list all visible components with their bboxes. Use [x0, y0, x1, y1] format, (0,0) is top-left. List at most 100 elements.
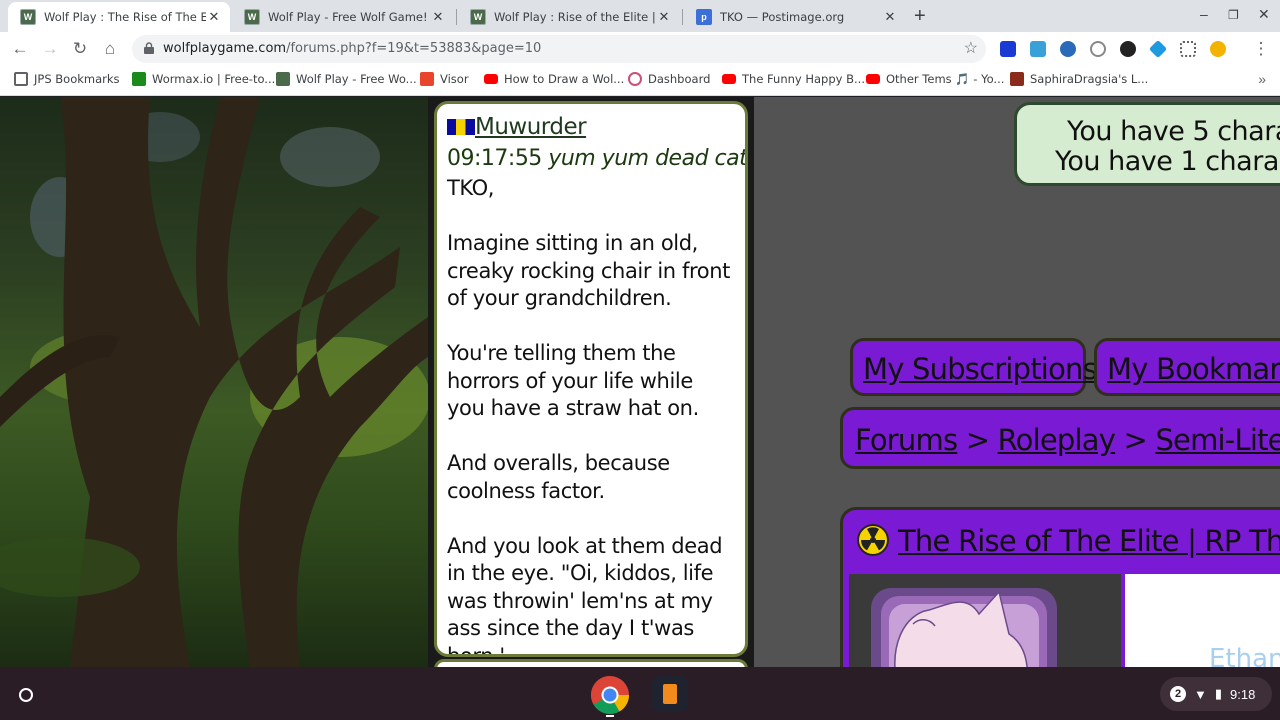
wolfplay-icon: W: [470, 9, 486, 25]
post-paragraph: And you look at them dead in the eye. "O…: [447, 533, 723, 657]
bookmark-saphira[interactable]: SaphiraDragsia's L...: [1010, 72, 1148, 86]
extension-icon[interactable]: [1090, 41, 1106, 57]
browser-toolbar: ← → ↻ ⌂ wolfplaygame.com/forums.php?f=19…: [0, 32, 1280, 66]
postimage-icon: p: [696, 9, 712, 25]
post-paragraph: You're telling them the horrors of your …: [447, 341, 699, 420]
my-bookmarks-link[interactable]: My Bookmark: [1107, 352, 1280, 386]
minimize-icon[interactable]: –: [1200, 6, 1208, 22]
tab-wolfplay-free-game[interactable]: W Wolf Play - Free Wolf Game! | Wo ✕: [232, 2, 454, 32]
bookmark-funny-happy[interactable]: The Funny Happy B...: [722, 72, 865, 86]
app-icon[interactable]: [652, 676, 688, 712]
forum-sidebar: You have 5 chara You have 1 charac My Su…: [754, 97, 1280, 667]
extension-icon[interactable]: [1120, 41, 1136, 57]
character-count-line: You have 1 charac: [1055, 146, 1280, 177]
bookmark-how-to-draw[interactable]: How to Draw a Wol...: [484, 72, 624, 86]
status-tray[interactable]: 2 ▼ ▮ 9:18: [1160, 677, 1272, 711]
post-timestamp: 09:17:55 yum yum dead cats: [437, 140, 745, 171]
clock: 9:18: [1230, 686, 1256, 702]
tab-title: Wolf Play - Free Wolf Game! | Wo: [268, 10, 430, 24]
tab-separator: [682, 9, 683, 25]
breadcrumb-separator: >: [965, 423, 990, 457]
thread-title-link[interactable]: The Rise of The Elite | RP Threa: [898, 524, 1280, 558]
profile-icon[interactable]: [1210, 41, 1226, 57]
active-app-indicator: [606, 715, 614, 717]
launcher-button[interactable]: [8, 677, 44, 713]
chrome-icon[interactable]: [590, 675, 630, 715]
bookmark-visor[interactable]: Visor: [420, 72, 469, 86]
breadcrumb-semi-literate-link[interactable]: Semi-Literate: [1155, 423, 1280, 457]
tab-wolfplay-rise-elite[interactable]: W Wolf Play : The Rise of The Elite | ✕: [8, 2, 230, 32]
bookmark-star-icon[interactable]: ☆: [964, 38, 978, 58]
tab-title: TKO — Postimage.org: [720, 10, 845, 24]
wolf-portrait-image: [849, 574, 1121, 667]
bookmarks-pill: My Bookmark: [1094, 338, 1280, 396]
bookmark-wormax[interactable]: Wormax.io | Free-to...: [132, 72, 275, 86]
author-status: yum yum dead cats: [548, 146, 748, 171]
breadcrumb-forums-link[interactable]: Forums: [855, 423, 958, 457]
breadcrumb: Forums > Roleplay > Semi-Literate: [840, 407, 1280, 469]
bookmark-other-tems[interactable]: Other Tems 🎵 - Yo...: [866, 72, 1004, 86]
menu-kebab-icon[interactable]: ⋮: [1250, 38, 1272, 60]
book-icon: [663, 684, 677, 704]
bookmark-wolfplay[interactable]: Wolf Play - Free Wo...: [276, 72, 417, 86]
subscriptions-pill: My Subscriptions: [850, 338, 1098, 396]
address-bar[interactable]: wolfplaygame.com/forums.php?f=19&t=53883…: [132, 35, 986, 63]
close-icon[interactable]: ✕: [656, 9, 672, 25]
url-text: wolfplaygame.com/forums.php?f=19&t=53883…: [163, 41, 542, 56]
battery-icon: ▮: [1214, 686, 1223, 701]
extension-icon[interactable]: [1030, 41, 1046, 57]
tab-postimage[interactable]: p TKO — Postimage.org ✕: [684, 2, 906, 32]
extension-icon[interactable]: [1148, 39, 1168, 59]
banner-text: Ethan: [1209, 644, 1280, 667]
post-column: Muwurder 09:17:55 yum yum dead cats TKO,…: [428, 97, 754, 667]
close-icon[interactable]: ✕: [882, 9, 898, 25]
forward-icon[interactable]: →: [39, 38, 61, 60]
folder-icon: [14, 72, 28, 86]
wolfplay-icon: [276, 72, 290, 86]
extension-icon[interactable]: [1060, 41, 1076, 57]
bookmarks-bar: JPS Bookmarks Wormax.io | Free-to... Wol…: [0, 66, 1280, 96]
character-count-box: You have 5 chara You have 1 charac: [1014, 102, 1280, 186]
post-paragraph: Imagine sitting in an old, creaky rockin…: [447, 231, 730, 310]
wolfplay-icon: W: [244, 9, 260, 25]
tab-strip: W Wolf Play : The Rise of The Elite | ✕ …: [0, 0, 1280, 32]
extensions-puzzle-icon[interactable]: [1180, 41, 1196, 57]
tab-title: Wolf Play : Rise of the Elite | Clos: [494, 10, 656, 24]
forest-background-image: [0, 97, 428, 667]
new-tab-icon[interactable]: +: [914, 5, 926, 28]
close-icon[interactable]: ✕: [430, 9, 446, 25]
flag-icon: [447, 119, 475, 135]
reload-icon[interactable]: ↻: [69, 38, 91, 60]
restore-icon[interactable]: ❐: [1228, 8, 1239, 22]
home-icon[interactable]: ⌂: [99, 38, 121, 60]
youtube-icon: [722, 74, 736, 84]
notification-badge: 2: [1170, 686, 1186, 702]
close-icon[interactable]: ✕: [206, 9, 222, 25]
more-bookmarks-icon[interactable]: »: [1258, 71, 1266, 87]
forum-post: Muwurder 09:17:55 yum yum dead cats TKO,…: [434, 101, 748, 657]
os-shelf: 2 ▼ ▮ 9:18: [0, 667, 1280, 720]
bookmark-jps[interactable]: JPS Bookmarks: [14, 72, 120, 86]
author-link[interactable]: Muwurder: [475, 114, 587, 140]
breadcrumb-roleplay-link[interactable]: Roleplay: [998, 423, 1116, 457]
tab-separator: [456, 9, 457, 25]
next-forum-post: [434, 659, 748, 667]
wifi-icon: ▼: [1194, 686, 1207, 702]
saphira-icon: [1010, 72, 1024, 86]
bookmark-dashboard[interactable]: Dashboard: [628, 72, 710, 86]
launcher-circle-icon: [19, 688, 33, 702]
tab-title: Wolf Play : The Rise of The Elite |: [44, 10, 206, 24]
back-icon[interactable]: ←: [9, 38, 31, 60]
post-paragraph: TKO,: [447, 176, 495, 200]
wormax-icon: [132, 72, 146, 86]
my-subscriptions-link[interactable]: My Subscriptions: [863, 352, 1098, 386]
radioactive-icon: [857, 524, 889, 556]
tab-wolfplay-closed[interactable]: W Wolf Play : Rise of the Elite | Clos ✕: [458, 2, 680, 32]
character-count-line: You have 5 chara: [1067, 116, 1280, 147]
youtube-icon: [866, 74, 880, 84]
wolfplay-icon: W: [20, 9, 36, 25]
thread-card: The Rise of The Elite | RP Threa Ethan: [840, 507, 1280, 667]
close-window-icon[interactable]: ✕: [1258, 6, 1270, 23]
extension-icon[interactable]: [1000, 41, 1016, 57]
lock-icon: [144, 42, 154, 54]
